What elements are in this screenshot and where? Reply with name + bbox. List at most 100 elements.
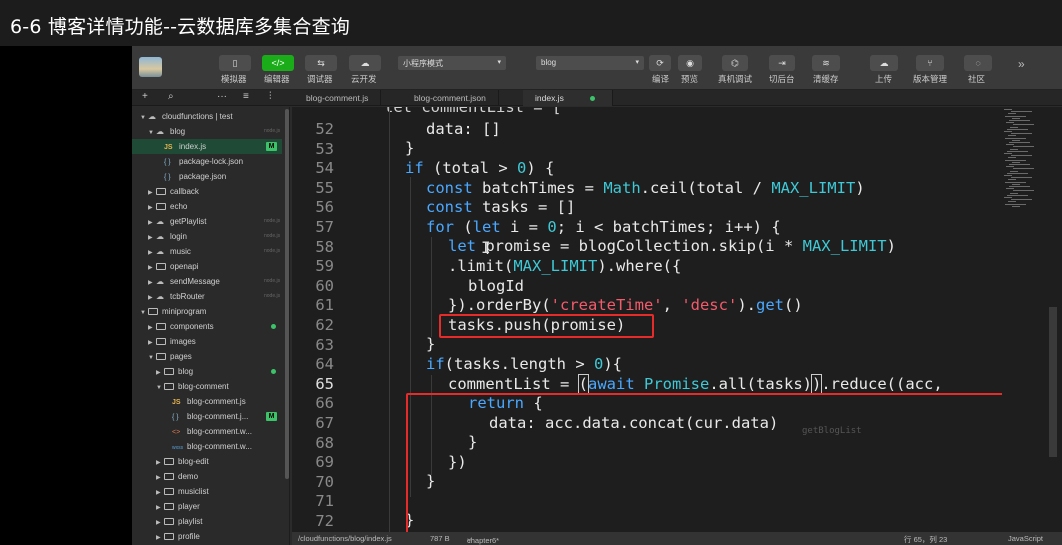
cloud-dev-label: 云开发	[351, 74, 377, 84]
simulator-label: 模拟器	[221, 74, 247, 84]
tree-item-label: package.json	[179, 172, 227, 181]
search-icon[interactable]: ⌕	[168, 91, 174, 102]
folder-icon	[156, 188, 166, 195]
tree-item[interactable]: ▶ images	[132, 334, 282, 349]
minimap[interactable]	[1002, 107, 1042, 532]
tree-item[interactable]: ▼ pages	[132, 349, 282, 364]
sidebar-scrollbar[interactable]	[285, 109, 289, 479]
add-icon[interactable]: +	[142, 91, 148, 102]
tree-item[interactable]: ▶ openapi	[132, 259, 282, 274]
tree-item-label: blog-comment.j...	[187, 412, 249, 421]
folder-icon	[164, 518, 174, 525]
node-tag: node.js	[264, 128, 281, 134]
expand-icon[interactable]: »	[1018, 57, 1025, 71]
real-device-debug-button[interactable]: ⌬	[722, 55, 748, 71]
code-line-cut: let commentList = [	[384, 107, 562, 116]
chevron-right-icon[interactable]: ▶	[156, 531, 164, 545]
compile-select[interactable]: blog ▾	[536, 56, 644, 70]
tree-item[interactable]: ▶ ☁ getPlaylist node.js	[132, 214, 282, 229]
tab-blog-comment-js[interactable]: blog-comment.js	[294, 90, 382, 106]
tree-item[interactable]: ▶ components	[132, 319, 282, 334]
tree-item[interactable]: ▶ playlist	[132, 514, 282, 529]
cloud-folder-icon: ☁	[156, 292, 164, 301]
tree-item[interactable]: ▼ ☁ cloudfunctions | test	[132, 109, 282, 124]
minimap-line	[1006, 166, 1014, 168]
tree-item[interactable]: ▶ demo	[132, 469, 282, 484]
cloud-folder-icon: ☁	[156, 247, 164, 256]
tree-item-label: tcbRouter	[170, 292, 205, 301]
tree-item[interactable]: ▶ ☁ music node.js	[132, 244, 282, 259]
tree-item-label: blog-comment.w...	[187, 442, 252, 451]
tree-item[interactable]: <> blog-comment.w...	[132, 424, 282, 439]
code-line-55: const batchTimes = Math.ceil(total / MAX…	[426, 179, 865, 197]
tree-item-label: demo	[178, 472, 199, 481]
code-editor[interactable]: 52 53 54 55 56 57 58 59 60 61 62 63 64 65 66 67 68 69 70 71…	[292, 107, 1062, 532]
preview-button[interactable]: ◉	[678, 55, 702, 71]
clear-cache-button[interactable]: ≋	[812, 55, 840, 71]
avatar[interactable]	[139, 57, 162, 77]
tree-item[interactable]: { } blog-comment.j... M	[132, 409, 282, 424]
editor-scrollbar[interactable]	[1049, 307, 1057, 457]
devtools-window: ▯ 模拟器 </> 编辑器 ⇆ 调试器 ☁ 云开发 小程序模式 ▾ blog ▾…	[132, 46, 1062, 545]
community-button[interactable]: ◌	[964, 55, 992, 71]
split-icon[interactable]: ⫶	[269, 91, 272, 102]
tree-item[interactable]: { } package-lock.json	[132, 154, 282, 169]
tree-item[interactable]: ▶ echo	[132, 199, 282, 214]
folder-icon	[156, 323, 166, 330]
code-line-64: if(tasks.length > 0){	[426, 355, 622, 373]
tree-item[interactable]: ▼ ☁ blog node.js	[132, 124, 282, 139]
tab-label: index.js	[535, 93, 564, 103]
tab-blog-comment-json[interactable]: blog-comment.json	[402, 90, 499, 106]
chat-icon: ◌	[975, 58, 981, 68]
collapse-icon[interactable]: ≡	[243, 91, 249, 102]
tree-item[interactable]: ▶ player	[132, 499, 282, 514]
minimap-line	[1004, 131, 1012, 132]
version-button[interactable]: ⑂	[916, 55, 944, 71]
tree-item-label: blog-edit	[178, 457, 209, 466]
tree-item[interactable]: ▶ ☁ login node.js	[132, 229, 282, 244]
tree-item[interactable]: ▶ callback	[132, 184, 282, 199]
community-label: 社区	[968, 74, 986, 84]
tree-item[interactable]: ▶ ☁ tcbRouter node.js	[132, 289, 282, 304]
upload-button[interactable]: ☁	[870, 55, 898, 71]
mode-select[interactable]: 小程序模式 ▾	[398, 56, 506, 70]
tree-item[interactable]: { } package.json	[132, 169, 282, 184]
tree-item[interactable]: ▶ blog-edit	[132, 454, 282, 469]
tree-item[interactable]: ▼ miniprogram	[132, 304, 282, 319]
upload-icon: ☁	[879, 57, 889, 68]
minimap-line	[1010, 192, 1018, 194]
simulator-button[interactable]: ▯	[219, 55, 251, 71]
tree-item[interactable]: ▶ blog	[132, 364, 282, 379]
folder-icon	[156, 203, 166, 210]
code-line-56: const tasks = []	[426, 198, 576, 216]
minimap-line	[1007, 150, 1028, 152]
video-left-margin	[0, 46, 132, 545]
background-button[interactable]: ⇥	[769, 55, 795, 71]
tree-item[interactable]: JS index.js M	[132, 139, 282, 154]
editor-button[interactable]: </>	[262, 55, 294, 71]
status-dot	[271, 369, 276, 374]
code-line-61: }).orderBy('createTime', 'desc').get()	[448, 296, 803, 314]
cloud-dev-button[interactable]: ☁	[349, 55, 381, 71]
tree-item-label: package-lock.json	[179, 157, 244, 166]
tree-item[interactable]: ▶ ☁ sendMessage node.js	[132, 274, 282, 289]
tab-index-js[interactable]: index.js	[523, 90, 613, 106]
tree-item[interactable]: wxss blog-comment.w...	[132, 439, 282, 454]
layers-icon: ≋	[822, 57, 830, 68]
minimap-line	[1010, 170, 1018, 172]
minimap-line	[1011, 133, 1032, 135]
tree-item[interactable]: ▶ profile	[132, 529, 282, 544]
folder-icon	[148, 308, 158, 315]
more-icon[interactable]: ···	[217, 91, 227, 102]
compile-button[interactable]: ⟳	[649, 55, 671, 71]
cloud-folder-icon: ☁	[156, 277, 164, 286]
tree-item[interactable]: ▼ blog-comment	[132, 379, 282, 394]
code-area[interactable]: let commentList = [ data: [] } if (total…	[292, 107, 1019, 532]
tree-item[interactable]: JS blog-comment.js	[132, 394, 282, 409]
debugger-button[interactable]: ⇆	[305, 55, 337, 71]
cloud-folder-icon: ☁	[156, 217, 164, 226]
tree-item[interactable]: ▶ musiclist	[132, 484, 282, 499]
video-title-bar: 6-6 博客详情功能--云数据库多集合查询	[0, 0, 1062, 46]
cloud-icon: ☁	[360, 57, 370, 68]
modified-badge: M	[266, 412, 277, 421]
